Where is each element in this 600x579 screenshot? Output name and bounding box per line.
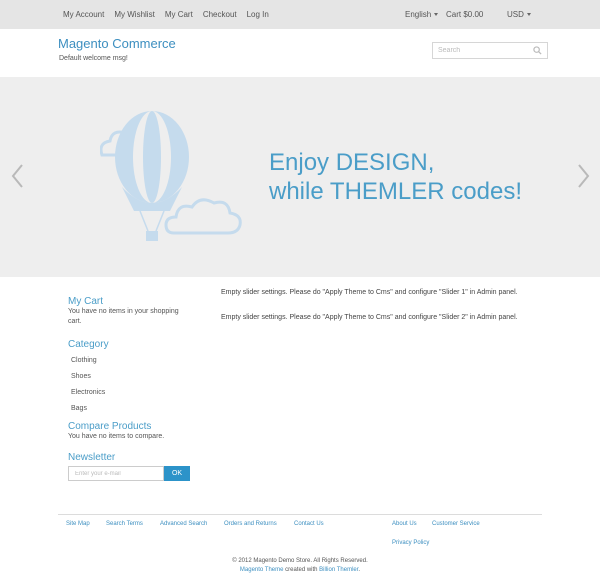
my-cart-title[interactable]: My Cart	[68, 296, 198, 307]
headline-line-2: while THEMLER codes!	[269, 178, 522, 205]
my-account-link[interactable]: My Account	[63, 10, 104, 19]
newsletter-submit-button[interactable]: OK	[164, 466, 190, 481]
themler-link[interactable]: Billion Themler	[319, 567, 358, 573]
chevron-left-icon[interactable]	[10, 163, 24, 189]
theme-credit: Magento Theme created with Billion Theml…	[0, 567, 600, 573]
slider-message-1: Empty slider settings. Please do "Apply …	[221, 289, 518, 296]
balloon-illustration	[100, 111, 242, 241]
footer-link-search-terms[interactable]: Search Terms	[106, 521, 143, 527]
my-cart-link[interactable]: My Cart	[165, 10, 193, 19]
slider-message-2: Empty slider settings. Please do "Apply …	[221, 314, 518, 321]
account-links: My Account My Wishlist My Cart Checkout …	[63, 0, 279, 29]
cart-summary: Cart $0.00	[446, 10, 484, 19]
footer-divider	[58, 514, 542, 515]
header-cart-link[interactable]: Cart $0.00	[446, 0, 483, 29]
welcome-message: Default welcome msg!	[59, 55, 128, 62]
newsletter-email-field[interactable]	[68, 466, 164, 481]
footer-link-contact-us[interactable]: Contact Us	[294, 521, 324, 527]
compare-title: Compare Products	[68, 421, 152, 432]
search-input[interactable]	[433, 43, 529, 58]
footer-link-about-us[interactable]: About Us	[392, 521, 417, 527]
log-in-link[interactable]: Log In	[247, 10, 269, 19]
newsletter-title: Newsletter	[68, 452, 116, 463]
search-box	[432, 42, 548, 59]
copyright-text: © 2012 Magento Demo Store. All Rights Re…	[232, 558, 368, 564]
cart-empty-text: You have no items in your shopping cart.	[68, 308, 179, 325]
category-list: Clothing Shoes Electronics Bags	[68, 356, 198, 420]
footer-link-advanced-search[interactable]: Advanced Search	[160, 521, 207, 527]
currency-label: USD	[507, 10, 524, 19]
category-item-bags[interactable]: Bags	[68, 404, 198, 420]
category-item-shoes[interactable]: Shoes	[68, 372, 198, 388]
credit-end-text: .	[358, 567, 361, 573]
headline-line-1: Enjoy DESIGN,	[269, 149, 435, 176]
footer-link-privacy-policy[interactable]: Privacy Policy	[392, 540, 429, 546]
chevron-down-icon	[434, 13, 439, 16]
site-logo[interactable]: Magento Commerce	[58, 36, 176, 51]
newsletter-form: OK	[68, 466, 198, 481]
footer-link-customer-service[interactable]: Customer Service	[432, 521, 480, 527]
search-icon[interactable]	[533, 46, 542, 55]
currency-dropdown[interactable]: USD	[507, 0, 531, 29]
chevron-down-icon	[526, 13, 531, 16]
credit-middle-text: created with	[283, 567, 320, 573]
hero-slider: Enjoy DESIGN, while THEMLER codes!	[0, 77, 600, 277]
footer-link-site-map[interactable]: Site Map	[66, 521, 90, 527]
footer-link-orders-returns[interactable]: Orders and Returns	[224, 521, 277, 527]
category-title: Category	[68, 339, 109, 350]
my-wishlist-link[interactable]: My Wishlist	[114, 10, 154, 19]
sidebar: My Cart You have no items in your shoppi…	[68, 296, 198, 481]
category-item-clothing[interactable]: Clothing	[68, 356, 198, 372]
chevron-right-icon[interactable]	[577, 163, 591, 189]
checkout-link[interactable]: Checkout	[203, 10, 237, 19]
top-bar: My Account My Wishlist My Cart Checkout …	[0, 0, 600, 29]
language-label: English	[405, 10, 432, 19]
magento-theme-link[interactable]: Magento Theme	[240, 567, 284, 573]
compare-empty-text: You have no items to compare.	[68, 433, 165, 440]
language-dropdown[interactable]: English	[405, 0, 439, 29]
slider-headline: Enjoy DESIGN, while THEMLER codes!	[269, 148, 522, 206]
category-item-electronics[interactable]: Electronics	[68, 388, 198, 404]
